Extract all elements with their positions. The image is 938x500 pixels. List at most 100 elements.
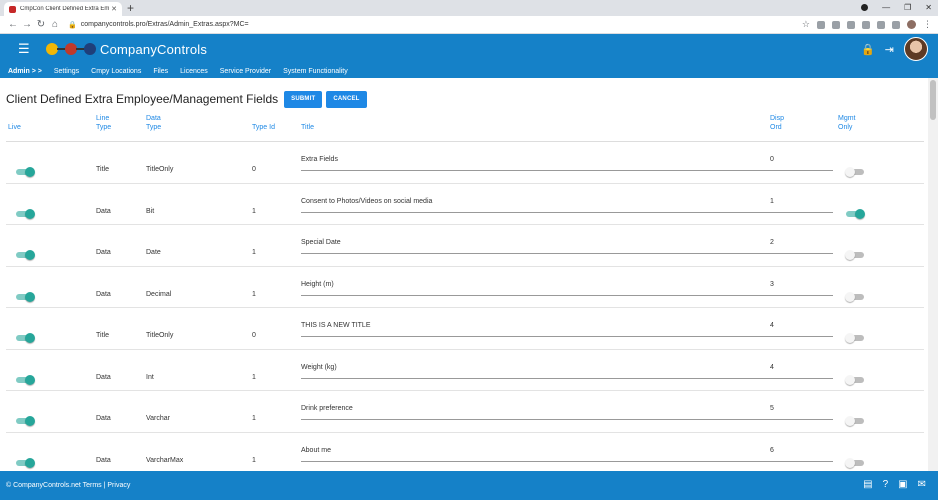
header-title[interactable]: Title: [301, 123, 314, 132]
disp-ord-input[interactable]: 6: [770, 443, 833, 462]
type-id-cell: 1: [252, 249, 256, 256]
disp-ord-input[interactable]: 3: [770, 277, 833, 296]
live-toggle[interactable]: [16, 416, 35, 426]
data-type-cell: VarcharMax: [146, 456, 184, 464]
extension-icon[interactable]: [877, 20, 885, 29]
mgmt-only-toggle[interactable]: [845, 374, 864, 385]
disp-ord-input[interactable]: 0: [770, 152, 833, 171]
toggle-knob: [25, 208, 35, 219]
disp-ord-input[interactable]: 4: [770, 360, 833, 379]
user-avatar[interactable]: [904, 37, 928, 61]
title-input[interactable]: Weight (kg): [301, 360, 771, 379]
data-type-cell: TitleOnly: [146, 332, 174, 339]
header-live[interactable]: Live: [8, 123, 21, 132]
title-input[interactable]: Height (m): [301, 277, 771, 296]
title-input[interactable]: Special Date: [301, 235, 771, 254]
page-scrollbar[interactable]: [928, 78, 938, 471]
toggle-knob: [855, 208, 865, 219]
mgmt-only-toggle[interactable]: [845, 333, 864, 343]
header-mgmt-only[interactable]: Mgmt Only: [838, 114, 866, 132]
back-icon[interactable]: ←: [6, 19, 20, 30]
disp-ord-input[interactable]: 5: [770, 401, 833, 420]
hamburger-menu-icon[interactable]: ☰: [8, 41, 38, 57]
minimize-icon[interactable]: —: [882, 0, 890, 16]
help-icon[interactable]: ?: [883, 479, 889, 490]
title-input[interactable]: THIS IS A NEW TITLE: [301, 318, 771, 337]
mgmt-only-toggle[interactable]: [845, 167, 864, 177]
logo[interactable]: CompanyControls: [46, 42, 207, 57]
close-window-icon[interactable]: ✕: [925, 0, 932, 16]
restore-icon[interactable]: ❐: [904, 0, 911, 16]
extension-icon[interactable]: [847, 20, 855, 29]
live-toggle[interactable]: [16, 333, 35, 343]
chat-icon[interactable]: ✉: [918, 479, 926, 490]
app-header: ☰ CompanyControls 🔒 ⇥: [0, 34, 938, 64]
bookmark-star-icon[interactable]: ☆: [802, 19, 810, 30]
forward-icon[interactable]: →: [20, 19, 34, 30]
logo-circle-navy: [84, 43, 96, 55]
toggle-knob: [845, 374, 855, 385]
submit-button[interactable]: SUBMIT: [284, 90, 323, 108]
toggle-knob: [25, 291, 35, 302]
title-input[interactable]: Drink preference: [301, 401, 771, 420]
tab-close-icon[interactable]: ✕: [111, 5, 117, 13]
live-toggle[interactable]: [16, 250, 35, 260]
favicon-icon: [9, 5, 16, 13]
live-toggle[interactable]: [16, 457, 35, 468]
profile-dot-icon[interactable]: [861, 4, 869, 11]
table-header: Live Line Type Data Type Type Id Title D…: [6, 114, 924, 142]
announce-icon[interactable]: ▣: [898, 479, 907, 490]
disp-ord-input[interactable]: 2: [770, 235, 833, 254]
header-data-type[interactable]: Data Type: [146, 114, 174, 132]
menu-admin[interactable]: Admin > >: [8, 68, 42, 75]
extension-icon[interactable]: [862, 20, 870, 29]
mgmt-only-toggle[interactable]: [845, 291, 864, 302]
puzzle-icon[interactable]: [892, 20, 900, 29]
cancel-button[interactable]: CANCEL: [326, 90, 367, 108]
url-field[interactable]: 🔒 companycontrols.pro/Extras/Admin_Extra…: [68, 21, 802, 29]
new-tab-button[interactable]: +: [127, 0, 134, 16]
table-row: Data Int 1 Weight (kg) 4: [6, 350, 924, 391]
title-input[interactable]: Extra Fields: [301, 152, 771, 171]
live-toggle[interactable]: [16, 291, 35, 302]
menu-system-functionality[interactable]: System Functionality: [283, 68, 348, 75]
toggle-knob: [25, 416, 35, 426]
extension-icon[interactable]: [817, 20, 825, 29]
toggle-knob: [25, 457, 35, 468]
main-content: Client Defined Extra Employee/Management…: [0, 78, 926, 471]
title-input[interactable]: About me: [301, 443, 771, 462]
mgmt-only-toggle[interactable]: [845, 416, 864, 426]
live-toggle[interactable]: [16, 374, 35, 385]
mgmt-only-toggle[interactable]: [846, 208, 865, 219]
mgmt-only-toggle[interactable]: [845, 250, 864, 260]
menu-settings[interactable]: Settings: [54, 68, 79, 75]
mgmt-only-toggle[interactable]: [845, 457, 864, 468]
toggle-knob: [25, 374, 35, 385]
menu-files[interactable]: Files: [153, 68, 168, 75]
menu-service-provider[interactable]: Service Provider: [220, 68, 271, 75]
disp-ord-input[interactable]: 1: [770, 194, 833, 213]
reload-icon[interactable]: ↻: [34, 19, 48, 30]
extension-icon[interactable]: [832, 20, 840, 29]
footer-text[interactable]: © CompanyControls.net Terms | Privacy: [6, 482, 130, 489]
header-line-type[interactable]: Line Type: [96, 114, 124, 132]
disp-ord-input[interactable]: 4: [770, 318, 833, 337]
title-input[interactable]: Consent to Photos/Videos on social media: [301, 194, 771, 213]
header-disp-ord[interactable]: Disp Ord: [770, 114, 794, 132]
live-toggle[interactable]: [16, 208, 35, 219]
kebab-menu-icon[interactable]: ⋮: [923, 19, 932, 30]
toggle-knob: [845, 333, 855, 343]
logout-icon[interactable]: ⇥: [885, 43, 894, 56]
header-type-id[interactable]: Type Id: [252, 123, 280, 132]
feedback-icon[interactable]: ▤: [863, 479, 872, 490]
menu-licences[interactable]: Licences: [180, 68, 208, 75]
live-toggle[interactable]: [16, 167, 35, 177]
menu-cmpy-locations[interactable]: Cmpy Locations: [91, 68, 141, 75]
lock-icon[interactable]: 🔒: [861, 43, 875, 56]
line-type-cell: Data: [96, 249, 111, 256]
page-header: Client Defined Extra Employee/Management…: [0, 88, 926, 110]
profile-avatar-icon[interactable]: [907, 20, 916, 29]
scrollbar-thumb[interactable]: [930, 80, 936, 120]
home-icon[interactable]: ⌂: [48, 19, 62, 30]
browser-tab[interactable]: CmpCon Client Defined Extra Em ✕: [4, 2, 122, 16]
